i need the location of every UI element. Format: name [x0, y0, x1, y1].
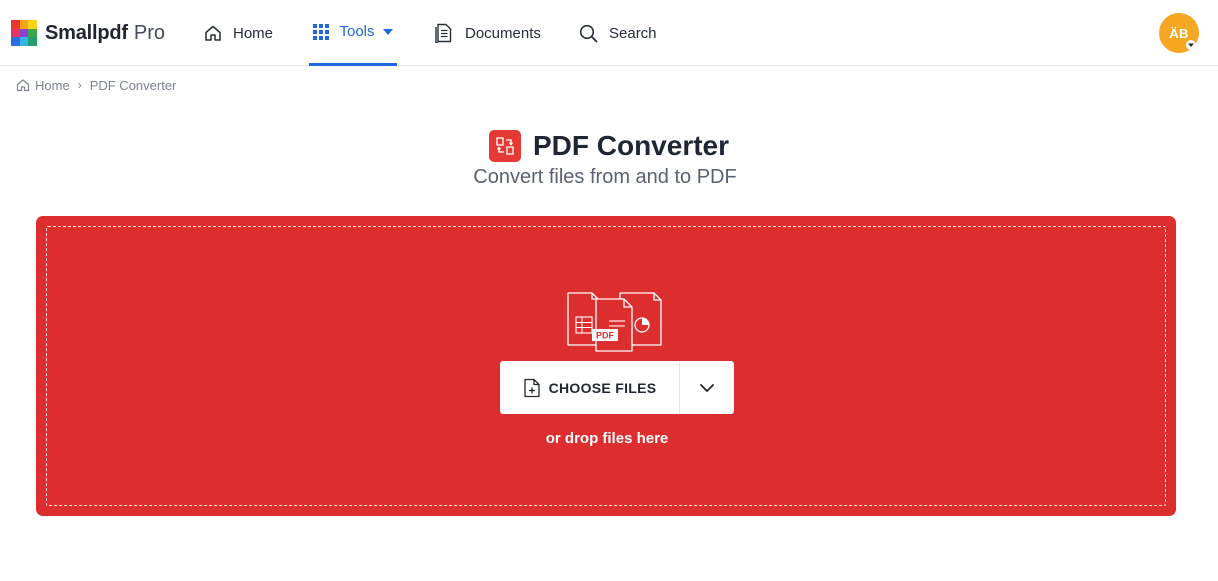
- page-subtitle: Convert files from and to PDF: [473, 166, 737, 188]
- breadcrumb: Home › PDF Converter: [16, 76, 176, 94]
- nav-tools[interactable]: Tools: [309, 0, 397, 66]
- file-add-icon: [523, 378, 540, 397]
- chevron-down-icon: [700, 383, 714, 392]
- nav-documents-label: Documents: [465, 24, 541, 42]
- brand-name: Smallpdf: [45, 21, 128, 44]
- avatar-caret-icon[interactable]: [1185, 40, 1197, 50]
- nav-documents[interactable]: Documents: [434, 0, 541, 66]
- choose-files-options-button[interactable]: [680, 361, 734, 414]
- top-navbar: Smallpdf Pro Home Tools Documents Search…: [0, 0, 1218, 66]
- caret-down-icon: [382, 28, 393, 35]
- breadcrumb-current: PDF Converter: [89, 77, 177, 93]
- page-title: PDF Converter: [532, 130, 730, 161]
- nav-home-label: Home: [233, 24, 274, 42]
- choose-files-group: CHOOSE FILES: [500, 361, 734, 414]
- converter-icon: [488, 130, 521, 162]
- nav-search-label: Search: [609, 24, 657, 42]
- nav-tools-label: Tools: [339, 23, 375, 40]
- grid-icon: [313, 23, 330, 40]
- illustration-pdf-badge: PDF: [596, 331, 615, 341]
- brand-logo[interactable]: Smallpdf Pro: [11, 19, 165, 47]
- file-drop-zone[interactable]: PDF CHOOSE FILES or drop files here: [36, 216, 1176, 516]
- home-icon: [205, 25, 221, 41]
- breadcrumb-separator: ›: [77, 78, 82, 92]
- file-types-illustration-icon: PDF: [567, 292, 662, 352]
- search-icon: [579, 24, 598, 42]
- nav-search[interactable]: Search: [579, 0, 657, 66]
- page-header: PDF Converter: [0, 128, 1218, 164]
- documents-icon: [435, 23, 452, 43]
- drop-zone-border: PDF CHOOSE FILES or drop files here: [46, 226, 1166, 506]
- nav-home[interactable]: Home: [204, 0, 273, 66]
- smallpdf-logo-icon: [11, 20, 37, 46]
- choose-files-button[interactable]: CHOOSE FILES: [500, 361, 680, 414]
- brand-tier: Pro: [133, 21, 165, 44]
- breadcrumb-home[interactable]: Home: [35, 78, 70, 93]
- breadcrumb-home-icon[interactable]: [16, 78, 30, 92]
- choose-files-label: CHOOSE FILES: [548, 379, 657, 396]
- user-initials: ÄB: [1169, 25, 1189, 41]
- drop-hint-text: or drop files here: [545, 430, 669, 447]
